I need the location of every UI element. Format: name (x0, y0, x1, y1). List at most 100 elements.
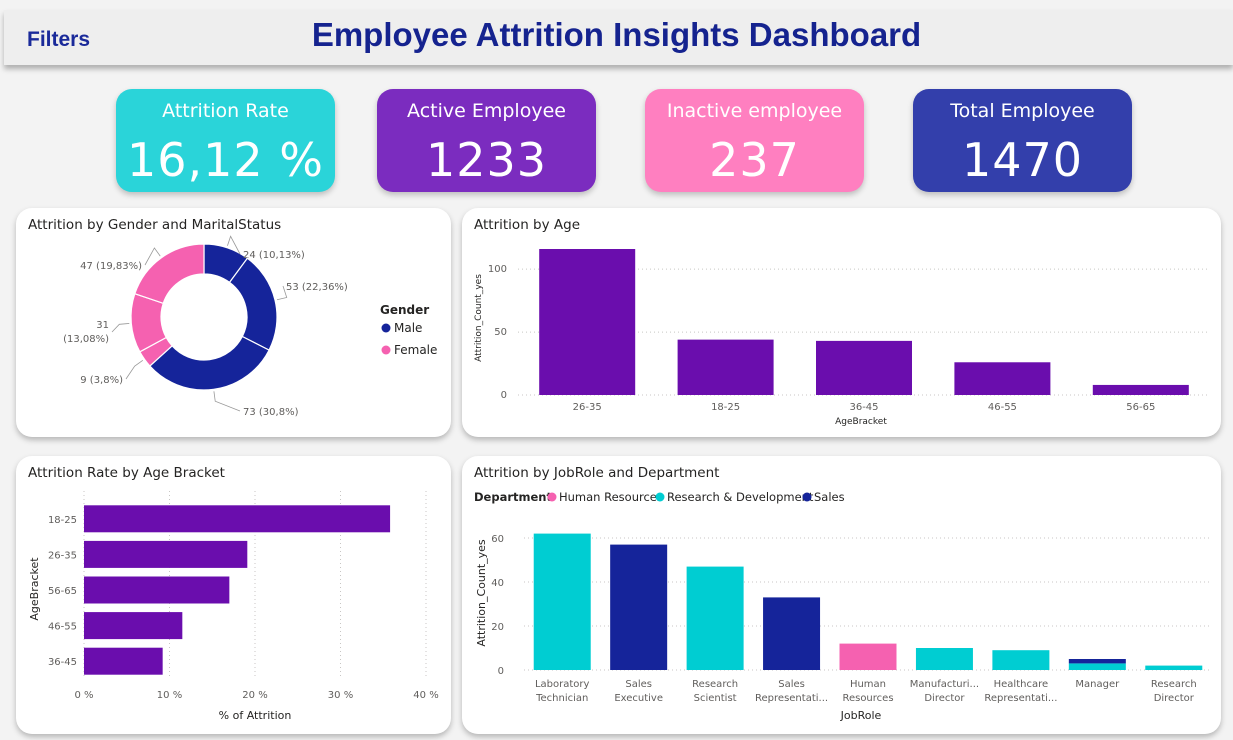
x-tick-label: 0 % (74, 690, 93, 701)
x-tick-label: Director (1154, 693, 1195, 704)
age-bar-chart: Attrition_Count_yes AgeBracket 0 50 100 26-… (474, 249, 1210, 427)
x-tick-label: Laboratory (535, 679, 590, 690)
kpi-value: 237 (709, 133, 800, 187)
x-tick-label: Executive (614, 693, 663, 704)
y-axis-label: AgeBracket (28, 557, 41, 621)
bar-segment (1145, 665, 1203, 670)
y-axis-label: Attrition_Count_yes (474, 274, 484, 362)
x-tick-label: Representati... (755, 693, 828, 704)
x-tick-label: Research (692, 679, 738, 690)
bar (954, 362, 1051, 395)
legend-item-female[interactable]: Female (394, 343, 437, 357)
y-tick-label: 40 (491, 578, 504, 589)
dashboard-title: Employee Attrition Insights Dashboard (311, 16, 922, 53)
data-label: 73 (30,8%) (243, 407, 299, 418)
legend-item-rnd[interactable]: Research & Development (667, 490, 814, 504)
kpi-card-total-employee: Total Employee 1470 (913, 89, 1132, 192)
leader-line (213, 391, 241, 412)
bar-segment (610, 544, 668, 670)
data-label: (13,08%) (63, 334, 109, 345)
bar (677, 339, 774, 395)
x-tick-label: Resources (842, 693, 893, 704)
panel-jobrole-department: Attrition by JobRole and Department Depa… (462, 456, 1221, 734)
legend-item-hr[interactable]: Human Resources (559, 490, 663, 504)
legend-marker-female (381, 345, 391, 355)
bar-segment (686, 566, 744, 670)
x-tick-label: Human (850, 679, 886, 690)
kpi-label: Attrition Rate (162, 100, 289, 122)
kpi-card-inactive-employee: Inactive employee 237 (645, 89, 864, 192)
x-tick-label: Representati... (984, 693, 1057, 704)
bar-segment (839, 643, 897, 670)
kpi-value: 16,12 % (126, 133, 325, 187)
data-label: 47 (19,83%) (80, 261, 142, 272)
legend-marker-rnd (655, 492, 665, 502)
x-tick-label: 40 % (413, 690, 438, 701)
bar (1092, 384, 1189, 395)
kpi-card-attrition-rate: Attrition Rate 16,12 % (116, 89, 335, 192)
x-axis-label: JobRole (840, 709, 882, 722)
y-tick-label: 18-25 (48, 515, 77, 526)
jobrole-bar-chart: Department Human Resources Research & De… (474, 490, 1212, 722)
bar-segment (763, 597, 821, 670)
bar (539, 249, 636, 395)
kpi-label: Inactive employee (666, 100, 843, 122)
x-tick-label: 30 % (328, 690, 353, 701)
x-tick-label: Sales (625, 679, 652, 690)
bar-segment (992, 650, 1050, 670)
legend-marker-hr (547, 492, 557, 502)
x-tick-label: 18-25 (711, 402, 740, 413)
data-label: 9 (3,8%) (80, 375, 123, 386)
y-tick-label: 60 (491, 534, 504, 545)
bar-segment (1068, 663, 1126, 670)
x-tick-label: 56-65 (1126, 402, 1155, 413)
kpi-label: Active Employee (407, 100, 566, 122)
x-tick-label: 10 % (157, 690, 182, 701)
legend-item-male[interactable]: Male (394, 321, 422, 335)
y-tick-label: 0 (498, 666, 504, 677)
leader-line (125, 360, 144, 380)
x-axis-label: AgeBracket (835, 417, 887, 427)
bar (84, 505, 391, 533)
y-tick-label: 46-55 (48, 622, 77, 633)
bar (84, 647, 163, 675)
x-axis-label: % of Attrition (219, 709, 292, 722)
donut-chart: Gender Male Female 24 (10,13%) 53 (22,36%… (63, 235, 437, 418)
legend-marker-male (381, 323, 391, 333)
data-label: 24 (10,13%) (243, 250, 305, 261)
legend-title: Gender (380, 303, 429, 317)
bar (84, 576, 230, 604)
x-tick-label: Manager (1075, 679, 1120, 690)
data-label: 53 (22,36%) (286, 282, 348, 293)
kpi-value: 1470 (961, 133, 1084, 187)
panel-attrition-rate-by-age: Attrition Rate by Age Bracket AgeBracket… (16, 456, 451, 734)
kpi-card-active-employee: Active Employee 1233 (377, 89, 596, 192)
panel-attrition-by-age: Attrition by Age Attrition_Count_yes Age… (462, 208, 1221, 437)
bar (84, 612, 183, 640)
x-tick-label: Director (924, 693, 965, 704)
y-axis-label: Attrition_Count_yes (475, 539, 488, 647)
x-tick-label: Sales (778, 679, 805, 690)
x-tick-label: Research (1151, 679, 1197, 690)
bar (816, 340, 912, 395)
y-tick-label: 56-65 (48, 586, 77, 597)
hbar-chart: AgeBracket % of Attrition 0 % 10 % 20 % 30 … (28, 491, 439, 722)
x-tick-label: Manufacturi... (910, 679, 979, 690)
y-tick-label: 20 (491, 622, 504, 633)
legend-item-sales[interactable]: Sales (814, 490, 845, 504)
x-tick-label: 20 % (242, 690, 267, 701)
y-tick-label: 100 (488, 264, 507, 275)
donut-slice (134, 243, 205, 305)
y-tick-label: 0 (501, 390, 507, 401)
x-tick-label: Scientist (694, 693, 737, 704)
x-tick-label: 36-45 (849, 402, 878, 413)
bar-segment (533, 533, 591, 670)
bar (84, 540, 248, 568)
legend-title: Department (474, 490, 552, 504)
bar-segment (1068, 659, 1126, 664)
x-tick-label: Technician (535, 693, 588, 704)
x-tick-label: 26-35 (573, 402, 602, 413)
donut-slice (228, 257, 278, 351)
y-tick-label: 36-45 (48, 657, 77, 668)
x-tick-label: Healthcare (994, 679, 1049, 690)
